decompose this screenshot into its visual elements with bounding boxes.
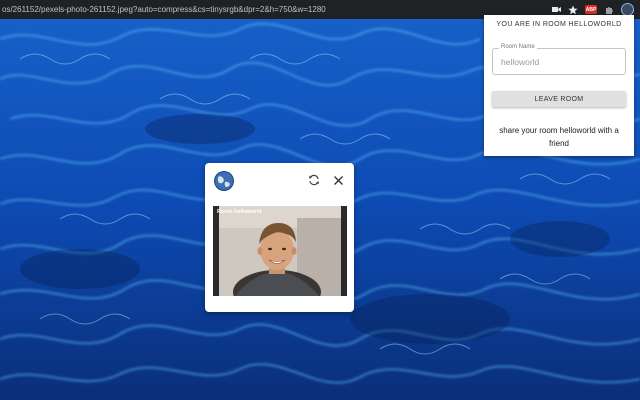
star-icon[interactable] <box>568 5 578 15</box>
camera-icon[interactable] <box>551 5 561 15</box>
video-room-label: Room helloworld <box>217 209 262 215</box>
adblock-icon[interactable]: ABP <box>585 5 597 14</box>
close-icon[interactable] <box>333 173 344 185</box>
puzzle-icon[interactable] <box>604 5 614 15</box>
address-bar[interactable]: os/261152/pexels-photo-261152.jpeg?auto=… <box>0 5 545 14</box>
leave-room-button[interactable]: LEAVE ROOM <box>492 91 626 107</box>
refresh-icon[interactable] <box>308 173 320 186</box>
video-feed: Room helloworld <box>213 206 347 296</box>
share-text: share your room helloworld with a friend <box>499 126 619 148</box>
room-name-label: Room Name <box>499 44 537 50</box>
room-name-input[interactable] <box>501 57 619 67</box>
room-name-field[interactable]: Room Name <box>492 44 626 75</box>
call-card: Room helloworld <box>205 163 354 312</box>
room-title: YOU ARE IN ROOM HELLOWORLD <box>496 21 622 28</box>
globe-icon <box>214 171 234 191</box>
room-panel: YOU ARE IN ROOM HELLOWORLD Room Name LEA… <box>484 15 634 156</box>
